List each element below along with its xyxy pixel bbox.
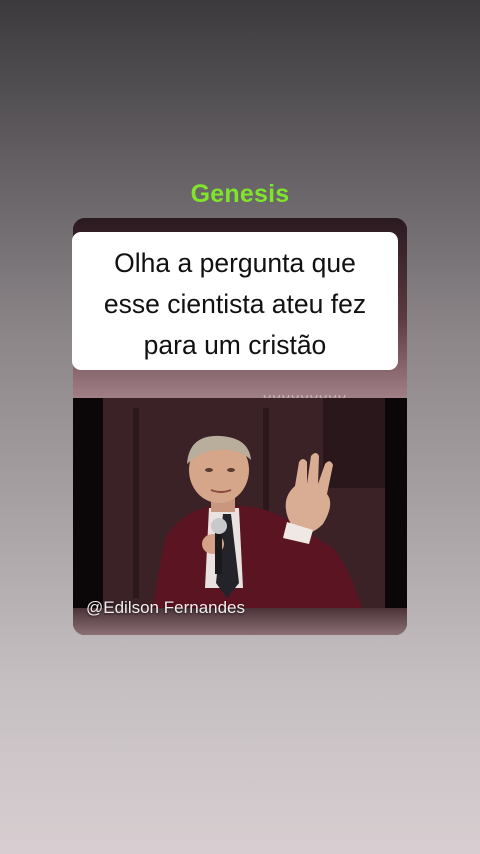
caption-line-1: Olha a pergunta que: [114, 248, 356, 278]
credit-watermark: @Edilson Fernandes: [86, 598, 246, 617]
video-frame: [73, 398, 407, 613]
caption-box: Olha a pergunta que esse cientista ateu …: [72, 232, 398, 370]
channel-title: Genesis: [190, 180, 290, 208]
speaker-image: [73, 398, 407, 613]
caption-line-2: esse cientista ateu fez: [103, 289, 367, 319]
caption-line-3: para um cristão: [143, 330, 327, 360]
